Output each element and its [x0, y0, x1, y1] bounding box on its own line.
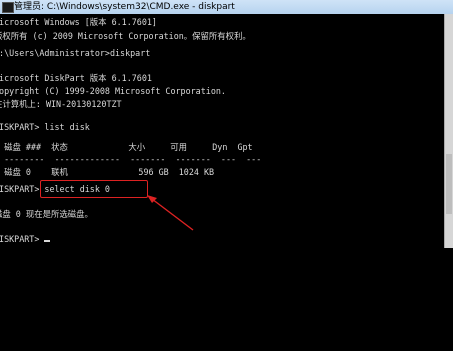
console-line: DISKPART> list disk	[0, 122, 90, 132]
console-line: Microsoft Windows [版本 6.1.7601]	[0, 17, 157, 27]
selection-result-line: 磁盘 0 现在是所选磁盘。	[0, 209, 93, 219]
console-line: 在计算机上: WIN-20130120TZT	[0, 99, 122, 109]
scrollbar-thumb[interactable]	[446, 154, 452, 214]
table-row: 磁盘 0 联机 596 GB 1024 KB	[0, 167, 215, 177]
prompt-line[interactable]: DISKPART>	[0, 232, 51, 247]
text-cursor	[44, 240, 51, 242]
highlight-box	[40, 180, 148, 198]
console-output[interactable]: Microsoft Windows [版本 6.1.7601] 版权所有 (c)…	[0, 14, 445, 248]
cmd-window: 管理员: C:\Windows\system32\CMD.exe - diskp…	[0, 0, 453, 248]
prompt-text: DISKPART>	[0, 234, 40, 244]
window-title: 管理员: C:\Windows\system32\CMD.exe - diskp…	[14, 2, 235, 12]
title-bar[interactable]: 管理员: C:\Windows\system32\CMD.exe - diskp…	[0, 0, 453, 15]
console-line: 版权所有 (c) 2009 Microsoft Corporation。保留所有…	[0, 31, 251, 41]
console-line: C:\Users\Administrator>diskpart	[0, 48, 151, 58]
vertical-scrollbar[interactable]	[444, 14, 453, 248]
